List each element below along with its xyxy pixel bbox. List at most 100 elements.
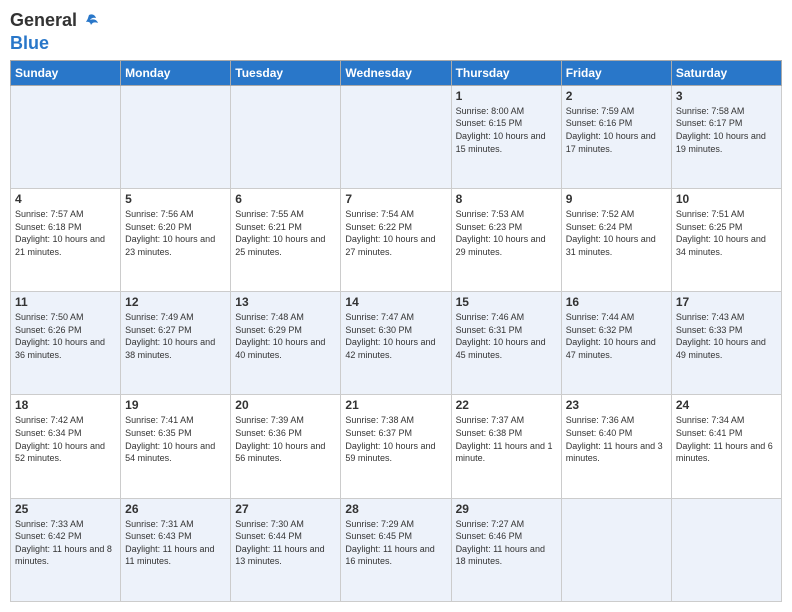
- calendar-cell: 18Sunrise: 7:42 AM Sunset: 6:34 PM Dayli…: [11, 395, 121, 498]
- calendar-cell: 7 Sunrise: 7:54 AM Sunset: 6:22 PM Daylig…: [341, 189, 451, 292]
- day-number: 12: [125, 295, 226, 309]
- day-number: 27: [235, 502, 336, 516]
- calendar-cell: 8Sunrise: 7:53 AM Sunset: 6:23 PM Daylig…: [451, 189, 561, 292]
- logo-blue: Blue: [10, 33, 49, 53]
- header: General Blue: [10, 10, 782, 54]
- calendar-cell: 19 Sunrise: 7:41 AM Sunset: 6:35 PM Dayli…: [121, 395, 231, 498]
- day-info: Sunrise: 7:56 AM Sunset: 6:20 PM Dayligh…: [125, 208, 226, 258]
- day-info: Sunrise: 7:43 AM Sunset: 6:33 PM Dayligh…: [676, 311, 777, 361]
- calendar-cell: 27Sunrise: 7:30 AM Sunset: 6:44 PM Dayli…: [231, 498, 341, 601]
- day-info: Sunrise: 7:58 AM Sunset: 6:17 PM Dayligh…: [676, 105, 777, 155]
- day-info: Sunrise: 7:41 AM Sunset: 6:35 PM Dayligh…: [125, 414, 226, 464]
- calendar-week-row: 18Sunrise: 7:42 AM Sunset: 6:34 PM Dayli…: [11, 395, 782, 498]
- day-number: 20: [235, 398, 336, 412]
- calendar-cell: [341, 85, 451, 188]
- day-number: 10: [676, 192, 777, 206]
- day-number: 22: [456, 398, 557, 412]
- day-of-week-header: Tuesday: [231, 60, 341, 85]
- day-info: Sunrise: 7:27 AM Sunset: 6:46 PM Dayligh…: [456, 518, 557, 568]
- calendar-cell: 2 Sunrise: 7:59 AM Sunset: 6:16 PM Daylig…: [561, 85, 671, 188]
- day-number: 5: [125, 192, 226, 206]
- day-of-week-header: Friday: [561, 60, 671, 85]
- calendar-cell: [121, 85, 231, 188]
- day-info: Sunrise: 8:00 AM Sunset: 6:15 PM Dayligh…: [456, 105, 557, 155]
- day-number: 18: [15, 398, 116, 412]
- calendar-week-row: 4Sunrise: 7:57 AM Sunset: 6:18 PM Daylig…: [11, 189, 782, 292]
- calendar-week-row: 25 Sunrise: 7:33 AM Sunset: 6:42 PM Dayli…: [11, 498, 782, 601]
- day-info: Sunrise: 7:46 AM Sunset: 6:31 PM Dayligh…: [456, 311, 557, 361]
- day-number: 17: [676, 295, 777, 309]
- calendar-cell: 4Sunrise: 7:57 AM Sunset: 6:18 PM Daylig…: [11, 189, 121, 292]
- day-info: Sunrise: 7:44 AM Sunset: 6:32 PM Dayligh…: [566, 311, 667, 361]
- day-info: Sunrise: 7:52 AM Sunset: 6:24 PM Dayligh…: [566, 208, 667, 258]
- calendar-cell: 5 Sunrise: 7:56 AM Sunset: 6:20 PM Daylig…: [121, 189, 231, 292]
- page: General Blue SundayMondayTuesdayWednesda…: [0, 0, 792, 612]
- day-of-week-header: Wednesday: [341, 60, 451, 85]
- day-number: 26: [125, 502, 226, 516]
- calendar: SundayMondayTuesdayWednesdayThursdayFrid…: [10, 60, 782, 602]
- calendar-cell: 23Sunrise: 7:36 AM Sunset: 6:40 PM Dayli…: [561, 395, 671, 498]
- calendar-cell: 24 Sunrise: 7:34 AM Sunset: 6:41 PM Dayli…: [671, 395, 781, 498]
- calendar-week-row: 1 Sunrise: 8:00 AM Sunset: 6:15 PM Daylig…: [11, 85, 782, 188]
- day-of-week-header: Monday: [121, 60, 231, 85]
- calendar-cell: [561, 498, 671, 601]
- day-info: Sunrise: 7:37 AM Sunset: 6:38 PM Dayligh…: [456, 414, 557, 464]
- day-number: 8: [456, 192, 557, 206]
- calendar-cell: [231, 85, 341, 188]
- day-number: 6: [235, 192, 336, 206]
- day-info: Sunrise: 7:47 AM Sunset: 6:30 PM Dayligh…: [345, 311, 446, 361]
- calendar-cell: 25 Sunrise: 7:33 AM Sunset: 6:42 PM Dayli…: [11, 498, 121, 601]
- calendar-cell: 21 Sunrise: 7:38 AM Sunset: 6:37 PM Dayli…: [341, 395, 451, 498]
- calendar-cell: 17 Sunrise: 7:43 AM Sunset: 6:33 PM Dayli…: [671, 292, 781, 395]
- day-info: Sunrise: 7:48 AM Sunset: 6:29 PM Dayligh…: [235, 311, 336, 361]
- day-info: Sunrise: 7:54 AM Sunset: 6:22 PM Dayligh…: [345, 208, 446, 258]
- day-number: 16: [566, 295, 667, 309]
- calendar-cell: 14 Sunrise: 7:47 AM Sunset: 6:30 PM Dayli…: [341, 292, 451, 395]
- day-number: 3: [676, 89, 777, 103]
- calendar-cell: 28Sunrise: 7:29 AM Sunset: 6:45 PM Dayli…: [341, 498, 451, 601]
- day-info: Sunrise: 7:34 AM Sunset: 6:41 PM Dayligh…: [676, 414, 777, 464]
- calendar-cell: 12 Sunrise: 7:49 AM Sunset: 6:27 PM Dayli…: [121, 292, 231, 395]
- day-number: 2: [566, 89, 667, 103]
- day-number: 7: [345, 192, 446, 206]
- logo-bird-icon: [78, 11, 100, 33]
- day-number: 19: [125, 398, 226, 412]
- day-number: 1: [456, 89, 557, 103]
- calendar-cell: 6 Sunrise: 7:55 AM Sunset: 6:21 PM Daylig…: [231, 189, 341, 292]
- day-number: 9: [566, 192, 667, 206]
- day-info: Sunrise: 7:49 AM Sunset: 6:27 PM Dayligh…: [125, 311, 226, 361]
- calendar-cell: 1 Sunrise: 8:00 AM Sunset: 6:15 PM Daylig…: [451, 85, 561, 188]
- day-number: 24: [676, 398, 777, 412]
- day-number: 21: [345, 398, 446, 412]
- logo: General Blue: [10, 10, 101, 54]
- calendar-cell: 29 Sunrise: 7:27 AM Sunset: 6:46 PM Dayli…: [451, 498, 561, 601]
- day-info: Sunrise: 7:55 AM Sunset: 6:21 PM Dayligh…: [235, 208, 336, 258]
- day-info: Sunrise: 7:59 AM Sunset: 6:16 PM Dayligh…: [566, 105, 667, 155]
- calendar-cell: 20 Sunrise: 7:39 AM Sunset: 6:36 PM Dayli…: [231, 395, 341, 498]
- calendar-cell: 3 Sunrise: 7:58 AM Sunset: 6:17 PM Daylig…: [671, 85, 781, 188]
- day-info: Sunrise: 7:39 AM Sunset: 6:36 PM Dayligh…: [235, 414, 336, 464]
- day-info: Sunrise: 7:50 AM Sunset: 6:26 PM Dayligh…: [15, 311, 116, 361]
- day-number: 14: [345, 295, 446, 309]
- calendar-week-row: 11 Sunrise: 7:50 AM Sunset: 6:26 PM Dayli…: [11, 292, 782, 395]
- day-info: Sunrise: 7:31 AM Sunset: 6:43 PM Dayligh…: [125, 518, 226, 568]
- calendar-cell: 22 Sunrise: 7:37 AM Sunset: 6:38 PM Dayli…: [451, 395, 561, 498]
- day-number: 28: [345, 502, 446, 516]
- day-number: 13: [235, 295, 336, 309]
- day-of-week-header: Thursday: [451, 60, 561, 85]
- calendar-cell: 9 Sunrise: 7:52 AM Sunset: 6:24 PM Daylig…: [561, 189, 671, 292]
- day-number: 23: [566, 398, 667, 412]
- calendar-cell: [671, 498, 781, 601]
- logo-general: General: [10, 10, 77, 30]
- day-number: 25: [15, 502, 116, 516]
- calendar-cell: 10 Sunrise: 7:51 AM Sunset: 6:25 PM Dayli…: [671, 189, 781, 292]
- calendar-cell: 15Sunrise: 7:46 AM Sunset: 6:31 PM Dayli…: [451, 292, 561, 395]
- day-info: Sunrise: 7:33 AM Sunset: 6:42 PM Dayligh…: [15, 518, 116, 568]
- day-info: Sunrise: 7:51 AM Sunset: 6:25 PM Dayligh…: [676, 208, 777, 258]
- day-info: Sunrise: 7:57 AM Sunset: 6:18 PM Dayligh…: [15, 208, 116, 258]
- calendar-cell: 13 Sunrise: 7:48 AM Sunset: 6:29 PM Dayli…: [231, 292, 341, 395]
- day-number: 11: [15, 295, 116, 309]
- calendar-cell: 11 Sunrise: 7:50 AM Sunset: 6:26 PM Dayli…: [11, 292, 121, 395]
- day-number: 29: [456, 502, 557, 516]
- day-info: Sunrise: 7:38 AM Sunset: 6:37 PM Dayligh…: [345, 414, 446, 464]
